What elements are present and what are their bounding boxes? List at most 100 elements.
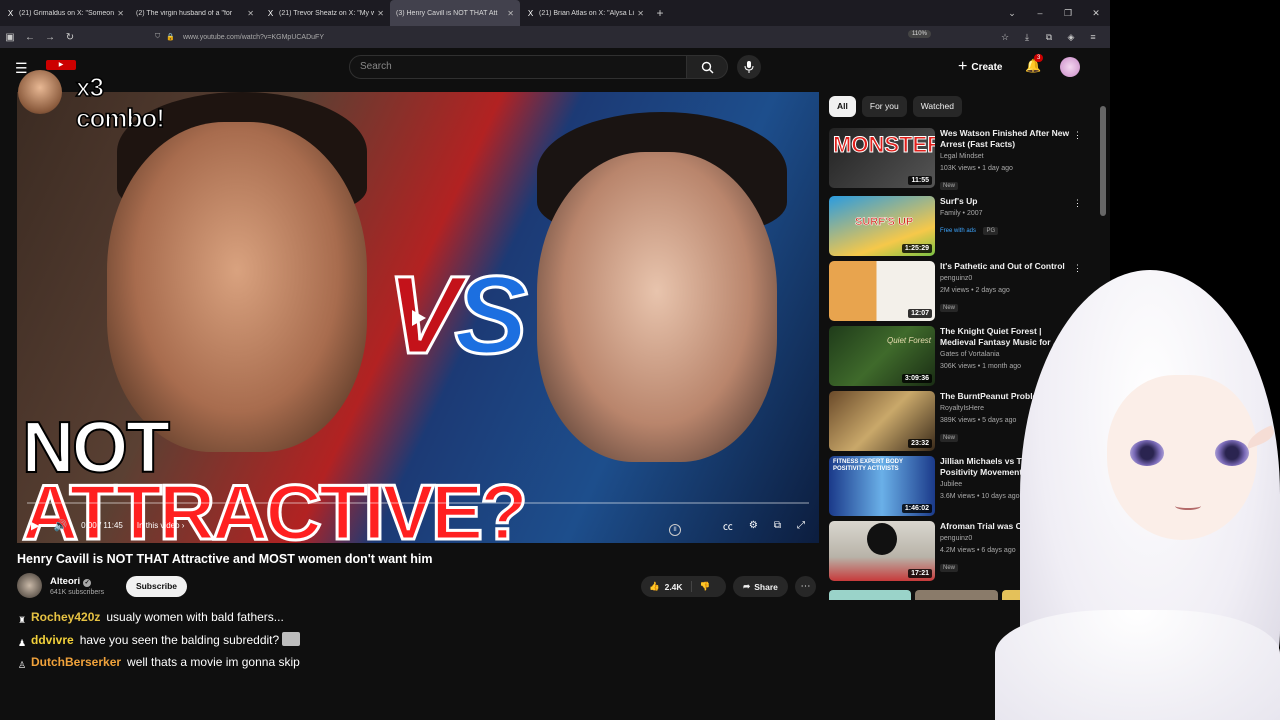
account-avatar[interactable] (1060, 57, 1080, 77)
create-button[interactable]: + Create (958, 57, 1002, 77)
tab-title: (21) Brian Atlas on X: "Alysa Liu (539, 9, 635, 17)
channel-avatar[interactable] (17, 573, 42, 598)
chip-all[interactable]: All (829, 96, 856, 117)
combo-text: x3 combo! (75, 71, 165, 134)
dislike-button[interactable]: 👎 (692, 581, 719, 592)
notifications-button[interactable]: 🔔 3 (1025, 54, 1044, 74)
chat-text: have you seen the balding subreddit? (79, 633, 280, 647)
fullscreen-icon[interactable]: ⤢ (797, 520, 805, 531)
like-count: 2.4K (664, 581, 683, 592)
recommendation-channel[interactable]: Legal Mindset (940, 152, 1070, 162)
thumbs-up-icon: 👍 (649, 581, 660, 591)
chip-watched[interactable]: Watched (912, 96, 962, 117)
channel-name[interactable]: Alteori ✓ (50, 576, 92, 587)
browser-tab[interactable]: X (21) Brian Atlas on X: "Alysa Liu ✕ (520, 0, 650, 26)
subscribe-button[interactable]: Subscribe (126, 576, 187, 597)
forward-icon[interactable]: → (40, 32, 60, 43)
minimize-icon[interactable]: – (1026, 8, 1054, 18)
thumbnail-person (867, 523, 897, 555)
chess-pawn-icon: ♙ (17, 660, 27, 670)
chip-for-you[interactable]: For you (861, 96, 907, 117)
zoom-level[interactable]: 110% (908, 30, 931, 38)
settings-gear-icon[interactable]: ⚙ (749, 520, 758, 531)
tab-close-icon[interactable]: ✕ (637, 9, 644, 18)
tab-close-icon[interactable]: ✕ (117, 9, 124, 18)
page-scrollbar[interactable] (1100, 106, 1106, 216)
shield-icon[interactable]: ⛉ (155, 33, 160, 41)
browser-tab[interactable]: X (21) Grimaldus on X: "Someon ✕ (0, 0, 130, 26)
x-logo-icon: X (267, 8, 274, 18)
chess-pawn-icon: ♟ (17, 638, 27, 648)
vtuber-mouth (1175, 502, 1201, 510)
recommendation-thumbnail[interactable]: 17:21 (829, 521, 935, 581)
combo-overlay: ▶ x3 combo! (16, 58, 186, 134)
vtuber-dress (995, 610, 1280, 720)
recommendation-title[interactable]: Wes Watson Finished After New Arrest (Fa… (940, 128, 1070, 150)
recommendation-title[interactable]: Surf's Up (940, 196, 1070, 207)
extension-icon[interactable]: ◈ (1060, 32, 1082, 43)
browser-tab[interactable]: ▶ (2) The virgin husband of a "for ✕ (130, 0, 260, 26)
recommendation-thumbnail[interactable]: Quiet Forest 3:09:36 (829, 326, 935, 386)
close-window-icon[interactable]: ✕ (1082, 8, 1110, 19)
reload-icon[interactable]: ↻ (60, 32, 80, 43)
browser-tab-active[interactable]: ▶ (3) Henry Cavill is NOT THAT Att ✕ (390, 0, 520, 26)
browser-tab[interactable]: X (21) Trevor Sheatz on X: "My wi ✕ (260, 0, 390, 26)
tab-close-icon[interactable]: ✕ (247, 9, 254, 18)
restore-icon[interactable]: ❐ (1054, 8, 1082, 19)
duration-badge: 17:21 (908, 569, 932, 578)
like-button[interactable]: 👍 2.4K (641, 581, 692, 592)
chapter-button[interactable]: In this video › (137, 521, 185, 530)
channel-name-text: Alteori (50, 576, 81, 587)
share-icon: ➦ (743, 581, 751, 591)
video-player[interactable]: VS NOT ATTRACTIVE? II ▶ 🔊 0:00 / 11:45 I… (17, 92, 819, 543)
tab-title: (21) Trevor Sheatz on X: "My wi (279, 9, 375, 17)
recommendation-thumbnail[interactable]: FITNESS EXPERT BODY POSITIVITY ACTIVISTS… (829, 456, 935, 516)
chat-message: ♟ ddvivre have you seen the balding subred… (16, 632, 316, 649)
recommendation-thumbnail[interactable]: 23:32 (829, 391, 935, 451)
video-title: Henry Cavill is NOT THAT Attractive and … (17, 552, 433, 566)
center-play-button[interactable] (409, 308, 429, 328)
tab-close-icon[interactable]: ✕ (377, 9, 384, 18)
search-button[interactable] (686, 55, 728, 79)
chat-text: usualy women with bald fathers... (106, 610, 284, 624)
url-bar[interactable]: ⛉ 🔒 www.youtube.com/watch?v=KGMpUCADuFY (155, 29, 955, 45)
new-tab-button[interactable]: + (650, 6, 670, 20)
kebab-menu-icon[interactable]: ⋮ (1073, 130, 1082, 141)
filter-chips: All For you Watched (829, 96, 962, 117)
search-input[interactable]: Search (349, 55, 687, 79)
menu-icon[interactable]: ≡ (1082, 32, 1104, 42)
duration-badge: 1:46:02 (901, 504, 932, 513)
captions-icon[interactable]: ㏄ (723, 518, 733, 533)
lock-icon[interactable]: 🔒 (166, 33, 175, 41)
volume-icon[interactable]: 🔊 (53, 519, 67, 532)
miniplayer-icon[interactable]: ⧉ (774, 520, 781, 531)
short-thumbnail[interactable] (915, 590, 998, 600)
download-icon[interactable]: ⤓ (1016, 32, 1038, 43)
play-button-icon[interactable]: ▶ (31, 519, 39, 532)
recommendation-thumbnail[interactable]: 12:07 (829, 261, 935, 321)
recommendation-thumbnail[interactable]: SURF'S UP 1:25:29 (829, 196, 935, 256)
more-actions-button[interactable]: ⋯ (795, 576, 816, 597)
tab-close-icon[interactable]: ✕ (507, 9, 514, 18)
back-icon[interactable]: ← (20, 32, 40, 43)
sidebar-toggle-icon[interactable]: ▣ (0, 32, 20, 43)
chat-text: well thats a movie im gonna skip (127, 655, 300, 669)
recommendation-item[interactable]: MONSTER 11:55 Wes Watson Finished After … (829, 128, 1089, 190)
short-thumbnail[interactable] (829, 590, 912, 600)
thumbs-down-icon: 👎 (699, 581, 711, 591)
tab-list-icon[interactable]: ⌄ (998, 8, 1026, 19)
url-text[interactable]: www.youtube.com/watch?v=KGMpUCADuFY (183, 34, 324, 41)
kebab-menu-icon[interactable]: ⋮ (1073, 198, 1082, 209)
chat-message: ♜ Rochey420z usualy women with bald father… (16, 610, 316, 626)
notification-badge: 3 (1034, 54, 1044, 62)
voice-search-button[interactable] (737, 55, 761, 79)
extensions-icon[interactable]: ⧉ (1038, 32, 1060, 43)
share-button[interactable]: ➦ Share (733, 576, 788, 597)
chat-username: Rochey420z (31, 610, 101, 624)
screen: X (21) Grimaldus on X: "Someon ✕ ▶ (2) T… (0, 0, 1280, 720)
chat-username: DutchBerserker (31, 655, 122, 669)
thumbnail-text: SURF'S UP (855, 216, 914, 229)
recommendation-thumbnail[interactable]: MONSTER 11:55 (829, 128, 935, 188)
progress-bar[interactable] (27, 502, 809, 504)
bookmark-star-icon[interactable]: ☆ (994, 32, 1016, 43)
